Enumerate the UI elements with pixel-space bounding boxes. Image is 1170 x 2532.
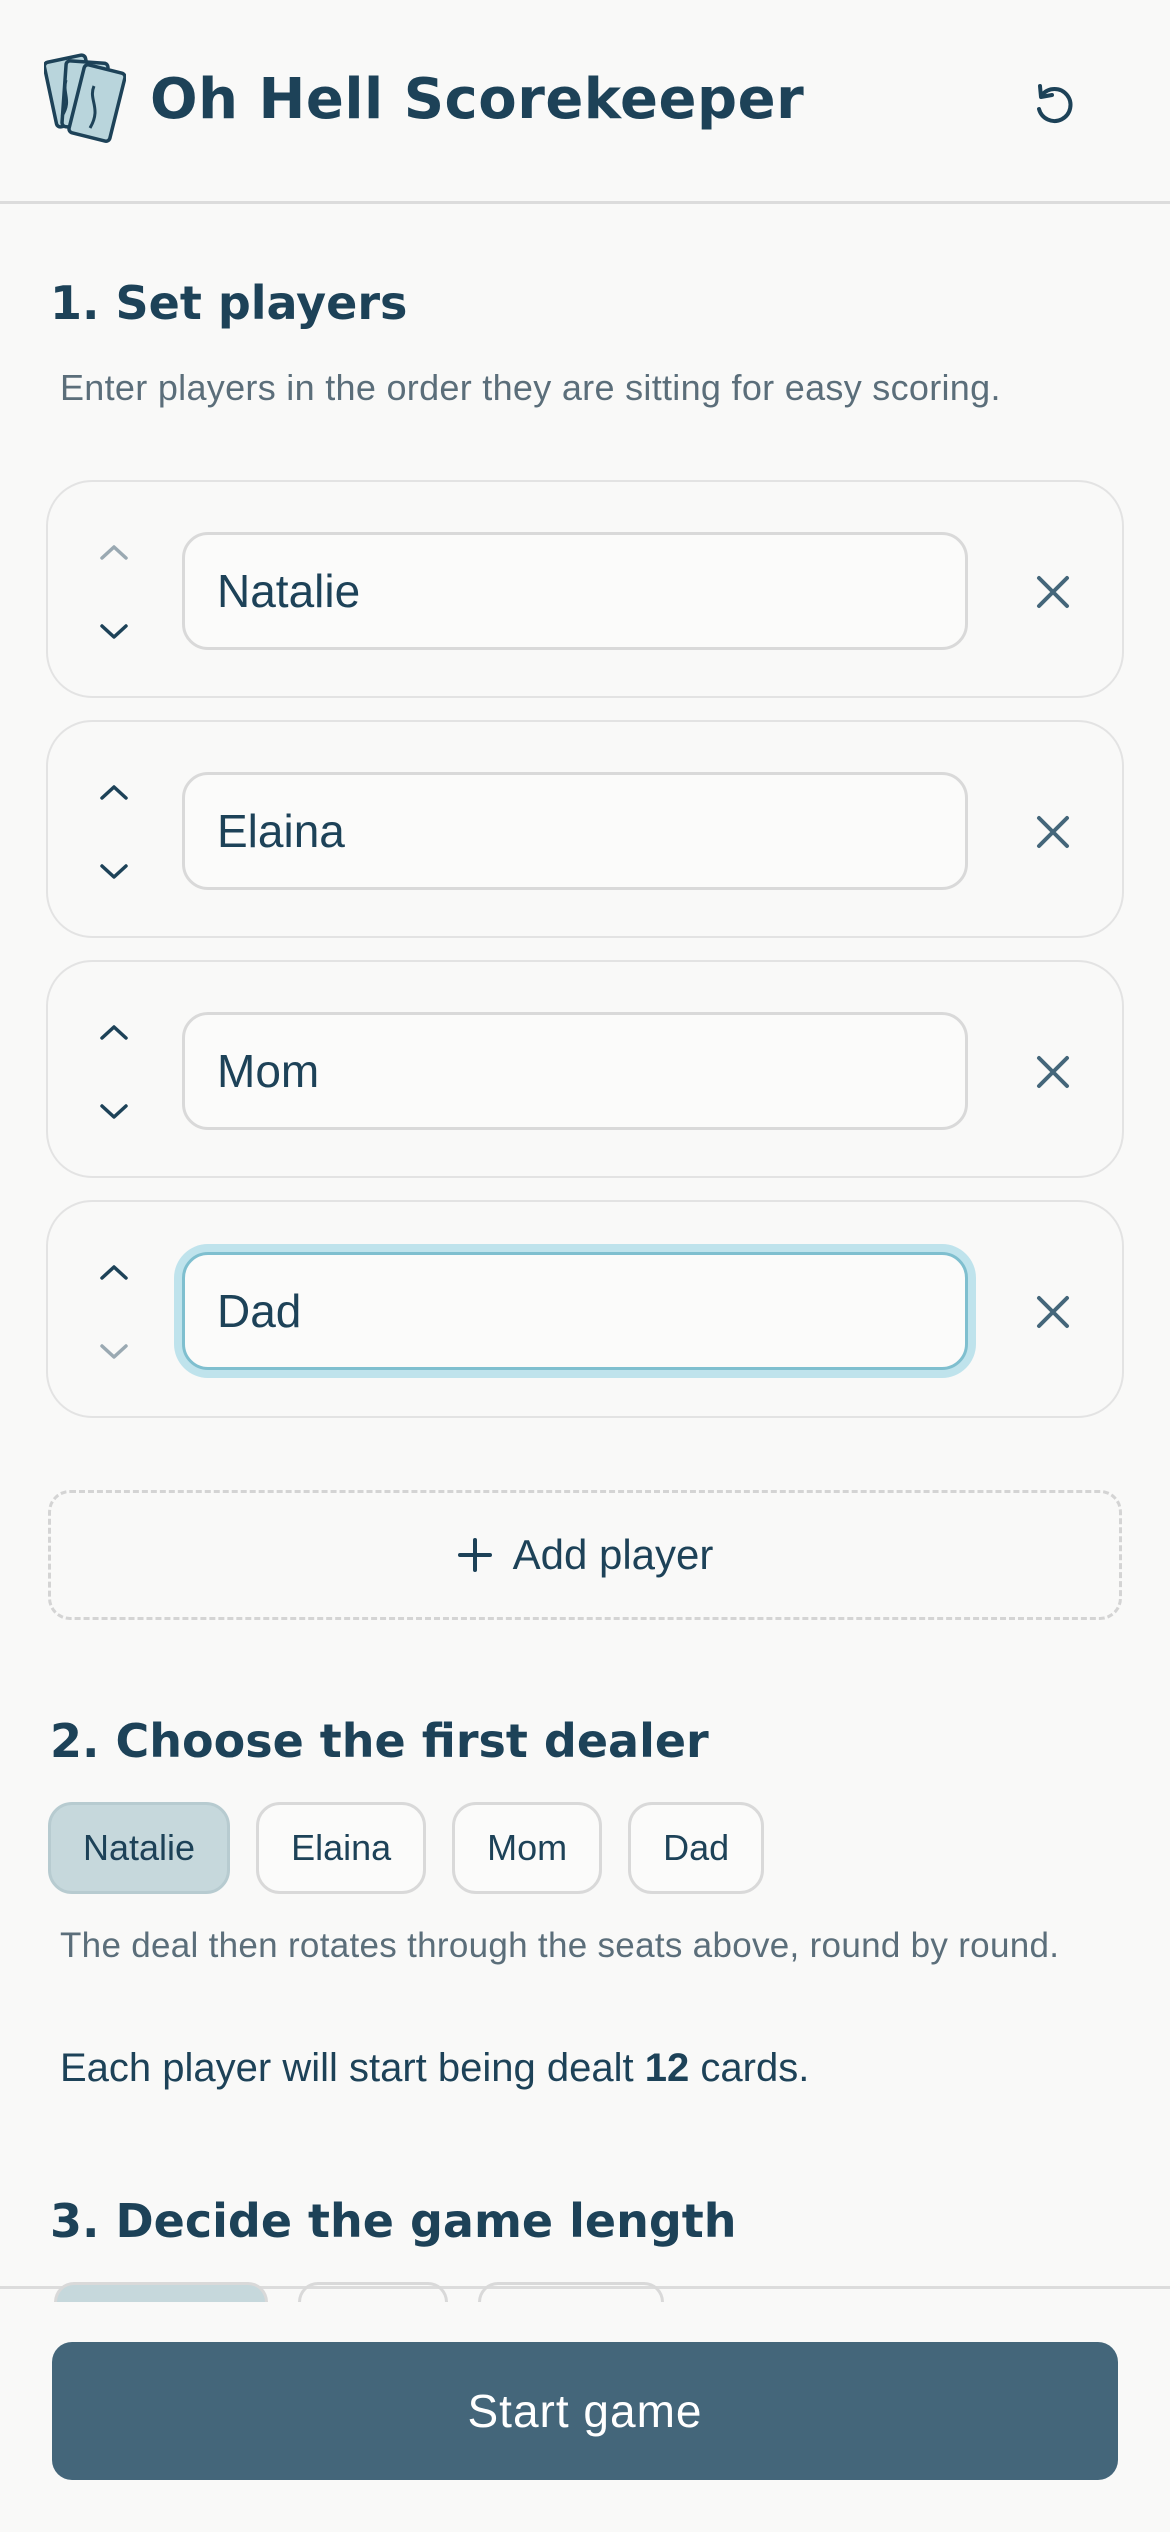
chevron-down-icon xyxy=(100,624,128,639)
app-header: Oh Hell Scorekeeper xyxy=(0,0,1170,204)
move-down-button[interactable] xyxy=(94,1092,134,1132)
remove-player-button[interactable] xyxy=(1023,1042,1083,1102)
player-name-input[interactable] xyxy=(182,772,968,890)
close-icon xyxy=(1037,1296,1069,1328)
chevron-down-icon xyxy=(100,1344,128,1359)
move-up-button[interactable] xyxy=(94,1012,134,1052)
deal-count-value: 12 xyxy=(644,2046,690,2090)
deal-count-text: Each player will start being dealt 12 ca… xyxy=(60,2046,809,2091)
move-up-button[interactable] xyxy=(94,532,134,572)
move-down-button[interactable] xyxy=(94,1332,134,1372)
chevron-up-icon xyxy=(100,785,128,800)
move-down-button[interactable] xyxy=(94,852,134,892)
plus-icon xyxy=(457,1538,492,1572)
section-title-length: 3. Decide the game length xyxy=(50,2194,737,2248)
player-name-input[interactable] xyxy=(182,1252,968,1370)
add-player-label: Add player xyxy=(512,1531,714,1578)
player-row xyxy=(46,480,1124,698)
players-hint: Enter players in the order they are sitt… xyxy=(60,367,1001,408)
game-length-chips-peek xyxy=(54,2282,664,2302)
remove-player-button[interactable] xyxy=(1023,1282,1083,1342)
start-game-button[interactable]: Start game xyxy=(52,2342,1118,2480)
deal-count-suffix: cards. xyxy=(700,2046,810,2090)
dealer-chip-natalie[interactable]: Natalie xyxy=(48,1802,231,1894)
chevron-up-icon xyxy=(100,545,128,560)
player-row xyxy=(46,720,1124,938)
dealer-hint: The deal then rotates through the seats … xyxy=(60,1926,1060,1965)
app-title: Oh Hell Scorekeeper xyxy=(150,67,805,132)
player-name-input[interactable] xyxy=(182,532,968,650)
move-up-button[interactable] xyxy=(94,772,134,812)
cards-icon xyxy=(44,53,126,143)
remove-player-button[interactable] xyxy=(1023,802,1083,862)
dealer-chip-mom[interactable]: Mom xyxy=(452,1802,603,1894)
add-player-button[interactable]: Add player xyxy=(48,1490,1122,1620)
move-up-button[interactable] xyxy=(94,1252,134,1292)
dealer-chip-dad[interactable]: Dad xyxy=(628,1802,765,1894)
chevron-down-icon xyxy=(100,1104,128,1119)
player-name-input[interactable] xyxy=(182,1012,968,1130)
dealer-chip-elaina[interactable]: Elaina xyxy=(256,1802,427,1894)
player-row xyxy=(46,960,1124,1178)
move-down-button[interactable] xyxy=(94,612,134,652)
section-title-dealer: 2. Choose the first dealer xyxy=(50,1714,709,1768)
deal-count-prefix: Each player will start being dealt xyxy=(60,2046,634,2090)
remove-player-button[interactable] xyxy=(1023,562,1083,622)
section-title-players: 1. Set players xyxy=(50,276,408,330)
chevron-down-icon xyxy=(100,864,128,879)
dealer-chip-group: Natalie Elaina Mom Dad xyxy=(48,1802,765,1894)
chevron-up-icon xyxy=(100,1025,128,1040)
close-icon xyxy=(1037,1056,1069,1088)
chevron-up-icon xyxy=(100,1265,128,1280)
reset-icon xyxy=(1037,84,1073,123)
player-row xyxy=(46,1200,1124,1418)
reset-button[interactable] xyxy=(1020,70,1090,140)
close-icon xyxy=(1037,576,1069,608)
length-chip-peek xyxy=(298,2282,448,2302)
close-icon xyxy=(1037,816,1069,848)
length-chip-peek xyxy=(54,2282,268,2302)
length-chip-peek xyxy=(478,2282,664,2302)
